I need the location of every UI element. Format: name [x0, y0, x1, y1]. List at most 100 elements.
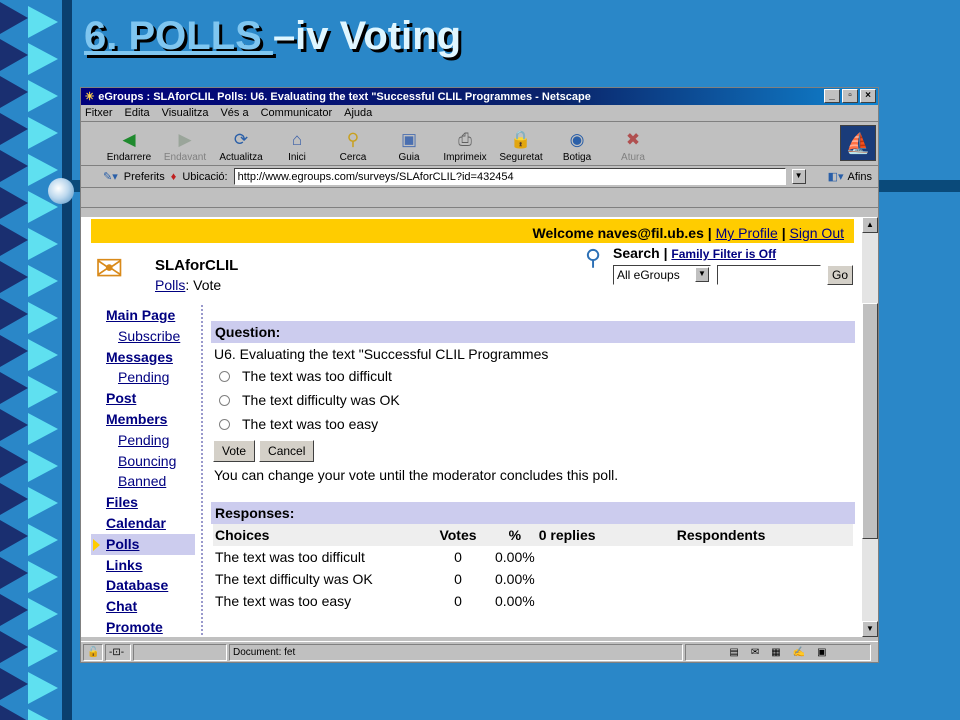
search-input[interactable]: [717, 265, 821, 285]
scroll-down-button[interactable]: ▼: [862, 621, 878, 637]
sidebar-item-messages[interactable]: Messages: [91, 347, 195, 368]
location-label: Ubicació:: [182, 170, 228, 183]
sidebar-item-label: Banned: [118, 473, 167, 490]
related-label[interactable]: Afins: [848, 171, 872, 183]
toolbar-button-botiga[interactable]: ◉ Botiga: [549, 123, 605, 165]
sidebar-item-label: Polls: [106, 535, 140, 552]
address-book-icon[interactable]: ▣: [817, 647, 826, 658]
sidebar-item-subscribe[interactable]: Subscribe: [91, 326, 195, 347]
toolbar-button-cerca[interactable]: ⚲ Cerca: [325, 123, 381, 165]
sidebar-item-chat[interactable]: Chat: [91, 596, 195, 617]
cell-votes: 0: [454, 593, 462, 609]
toolbar-button-inici[interactable]: ⌂ Inici: [269, 123, 325, 165]
related-icon[interactable]: ◧▾: [828, 170, 844, 183]
scroll-thumb[interactable]: [862, 303, 878, 539]
toolbar-button-label: Imprimeix: [443, 152, 487, 163]
toolbar-button-imprimeix[interactable]: ⎙ Imprimeix: [437, 123, 493, 165]
netscape-logo-icon[interactable]: ⛵: [840, 125, 876, 161]
menu-item[interactable]: Visualitza: [162, 107, 209, 119]
sidebar-item-pending[interactable]: Pending: [91, 430, 195, 451]
bookmarks-label[interactable]: Preferits: [124, 171, 165, 183]
menu-item[interactable]: Vés a: [220, 107, 248, 119]
navigator-icon[interactable]: ▤: [729, 647, 738, 658]
cell-pct: 0.00%: [495, 593, 535, 609]
minimize-button[interactable]: _: [824, 89, 840, 103]
sidebar-item-polls[interactable]: Polls: [91, 533, 195, 555]
reload-icon: ⟳: [233, 130, 249, 149]
url-input[interactable]: [233, 168, 786, 185]
radio-button[interactable]: [219, 418, 230, 430]
toolbar-button-endavant[interactable]: ▶ Endavant: [157, 123, 213, 165]
go-button[interactable]: Go: [827, 265, 853, 285]
toolbar-button-actualitza[interactable]: ⟳ Actualitza: [213, 123, 269, 165]
toolbar-button-atura[interactable]: ✖ Atura: [605, 123, 661, 165]
sidebar-item-promote[interactable]: Promote: [91, 617, 195, 637]
toolbar-button-label: Endarrere: [106, 152, 152, 163]
sidebar-item-links[interactable]: Links: [91, 555, 195, 576]
menu-bar: Fitxer Edita Visualitza Vés a Communicator Aj…: [81, 105, 878, 122]
location-icon: ♦: [170, 170, 177, 183]
sidebar-item-bouncing[interactable]: Bouncing: [91, 451, 195, 472]
bookmarks-icon[interactable]: ✎▾: [103, 170, 118, 183]
slide-title: 6. POLLS –iv Voting: [84, 14, 461, 59]
question-header: Question:: [211, 321, 855, 343]
sidebar-item-main-page[interactable]: Main Page: [91, 305, 195, 326]
toolbar-button-label: Botiga: [562, 152, 592, 163]
sign-out-link[interactable]: Sign Out: [790, 225, 844, 241]
breadcrumb-polls-link[interactable]: Polls: [155, 277, 185, 293]
chevron-down-icon[interactable]: ▼: [695, 267, 709, 282]
search-scope-select[interactable]: All eGroups ▼: [613, 265, 711, 285]
sidebar-item-pending[interactable]: Pending: [91, 367, 195, 388]
sidebar-item-label: Main Page: [106, 307, 176, 323]
sidebar-item-members[interactable]: Members: [91, 409, 195, 430]
answer-option: The text difficulty was OK: [211, 388, 855, 412]
discussions-icon[interactable]: ▦: [771, 647, 780, 658]
vertical-scrollbar[interactable]: ▲ ▼: [862, 217, 878, 637]
toolbar-button-endarrere[interactable]: ◀ Endarrere: [101, 123, 157, 165]
sidebar-item-files[interactable]: Files: [91, 492, 195, 513]
menu-item[interactable]: Fitxer: [85, 107, 113, 119]
url-dropdown-button[interactable]: ▼: [791, 169, 806, 184]
sidebar-item-post[interactable]: Post: [91, 388, 195, 409]
sidebar-item-calendar[interactable]: Calendar: [91, 513, 195, 534]
composer-icon[interactable]: ✍: [793, 647, 805, 658]
scroll-up-button[interactable]: ▲: [862, 217, 878, 233]
menu-item[interactable]: Ajuda: [344, 107, 372, 119]
toolbar-button-guia[interactable]: ▣ Guia: [381, 123, 437, 165]
window-title: eGroups : SLAforCLIL Polls: U6. Evaluati…: [98, 90, 591, 103]
cell-respondents: [675, 590, 853, 612]
answer-option: The text was too easy: [211, 412, 855, 436]
sidebar-item-label: Files: [106, 494, 138, 511]
radio-button[interactable]: [219, 394, 230, 406]
cancel-button[interactable]: Cancel: [259, 440, 315, 462]
slide-bullet-orb: [48, 178, 74, 204]
security-status-icon[interactable]: 🔓: [83, 643, 103, 661]
close-button[interactable]: ×: [860, 89, 876, 103]
change-vote-note: You can change your vote until the moder…: [214, 467, 619, 483]
family-filter-link[interactable]: Family Filter is Off: [671, 247, 776, 261]
slide-rule-right: [872, 180, 960, 192]
menu-item[interactable]: Edita: [125, 107, 150, 119]
answer-option-label: The text was too difficult: [242, 368, 392, 384]
table-header-row: Choices Votes % 0 replies Respondents: [213, 524, 853, 546]
my-profile-link[interactable]: My Profile: [716, 225, 778, 241]
breadcrumb-current: : Vote: [185, 277, 222, 293]
maximize-button[interactable]: ▫: [842, 89, 858, 103]
col-percent: %: [493, 524, 537, 546]
shop-icon: ◉: [569, 130, 585, 149]
slide-title-link[interactable]: 6. POLLS: [84, 14, 273, 58]
toolbar-button-seguretat[interactable]: 🔒 Seguretat: [493, 123, 549, 165]
radio-button[interactable]: [219, 370, 230, 382]
sidebar-item-banned[interactable]: Banned: [91, 471, 195, 492]
stop-icon: ✖: [625, 130, 641, 149]
sidebar-item-database[interactable]: Database: [91, 575, 195, 596]
menu-item[interactable]: Communicator: [261, 107, 333, 119]
table-row: The text difficulty was OK 0 0.00%: [213, 568, 853, 590]
vote-button[interactable]: Vote: [213, 440, 256, 462]
sidebar-item-label: Promote: [106, 618, 163, 635]
cell-respondents: [675, 568, 853, 590]
progress-bar: [133, 643, 227, 661]
answer-option: The text was too difficult: [211, 364, 855, 388]
mail-icon[interactable]: ✉: [751, 647, 759, 658]
breadcrumb: Polls: Vote: [155, 277, 221, 293]
